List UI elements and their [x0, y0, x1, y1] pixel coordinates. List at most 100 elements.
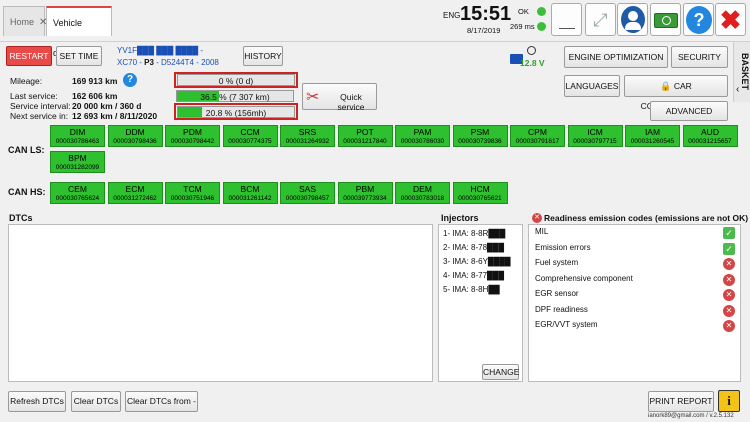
history-button[interactable]: HISTORY: [243, 46, 283, 66]
quick-service-button[interactable]: ✂ Quick service: [302, 83, 377, 112]
module-id: 000031217840: [343, 138, 387, 145]
module-iam[interactable]: IAM 000031260545: [625, 125, 680, 147]
user-icon: [621, 6, 645, 33]
module-dem[interactable]: DEM 000030783018: [395, 182, 450, 204]
module-name: CCM: [240, 127, 260, 137]
exit-button[interactable]: ✖: [715, 3, 746, 36]
module-icm[interactable]: ICM 000030797715: [567, 125, 623, 147]
platform: P3: [144, 58, 154, 67]
service-interval-value: 20 000 km / 360 d: [72, 101, 142, 111]
lock-icon: 🔒: [660, 81, 672, 91]
module-pam[interactable]: PAM 000030786030: [395, 125, 450, 147]
module-pdm[interactable]: PDM 000030798442: [165, 125, 220, 147]
help-button[interactable]: ?: [683, 3, 714, 36]
readiness-item: MIL: [535, 227, 549, 236]
help-icon: ?: [686, 6, 712, 34]
clock-date: 8/17/2019: [467, 26, 501, 35]
security-button[interactable]: SECURITY: [671, 46, 728, 68]
can-hs-label: CAN HS:: [8, 187, 46, 197]
module-aud[interactable]: AUD 000031215657: [682, 125, 738, 147]
chevron-left-icon[interactable]: ‹: [736, 84, 739, 95]
module-hcm[interactable]: HCM 000030765621: [452, 182, 508, 204]
help-icon[interactable]: ?: [123, 73, 137, 87]
module-name: DDM: [125, 127, 145, 137]
module-tcm[interactable]: TCM 000030751946: [165, 182, 220, 204]
last-service-value: 162 606 km: [72, 91, 118, 101]
module-id: 000030739836: [458, 138, 502, 145]
module-bcm[interactable]: BCM 000031261142: [222, 182, 278, 204]
module-dim[interactable]: DIM 000030786463: [50, 125, 105, 147]
module-id: 000030751946: [170, 195, 215, 202]
change-button[interactable]: CHANGE: [482, 364, 519, 380]
tools-icon: ✂: [306, 89, 320, 106]
blank-button[interactable]: [551, 3, 582, 36]
readiness-panel: MIL ✓ Emission errors ✓ Fuel system ✕ Comprehe…: [528, 224, 741, 382]
print-report-button[interactable]: PRINT REPORT: [648, 391, 714, 412]
module-id: 000031264932: [285, 138, 330, 145]
module-name: BCM: [240, 184, 260, 194]
module-id: 000031215657: [688, 138, 732, 145]
progress-text: 0 % (0 d): [218, 76, 254, 86]
check-icon: ✓: [723, 242, 735, 255]
expand-button[interactable]: ⤢: [585, 3, 616, 36]
module-id: 000030786463: [55, 138, 100, 145]
user-button[interactable]: [617, 3, 648, 36]
language-indicator: ENG: [443, 11, 461, 20]
module-cem[interactable]: CEM 000030765624: [50, 182, 105, 204]
module-name: SRS: [298, 127, 317, 137]
refresh-dtcs-button[interactable]: Refresh DTCs: [8, 391, 66, 412]
module-name: ICM: [587, 127, 603, 137]
module-id: 000030786030: [400, 138, 445, 145]
expand-icon: ⤢: [593, 10, 608, 30]
tab-vehicle-detect[interactable]: Vehicle detect✕: [46, 6, 112, 59]
license-button[interactable]: [650, 3, 681, 36]
module-id: 000030765621: [458, 195, 502, 202]
engine-optimization-button[interactable]: ENGINE OPTIMIZATION: [564, 46, 668, 68]
hours-progress-highlight: 20.8 % (156mh): [174, 103, 298, 120]
injector-item: 2- IMA: 8-78███: [443, 243, 505, 252]
minimize-icon: [559, 28, 575, 29]
tab-home[interactable]: Home ✕: [3, 6, 47, 36]
module-pot[interactable]: POT 000031217840: [337, 125, 393, 147]
module-name: HCM: [470, 184, 490, 194]
vin-text: YV1F███ ███ ████ -: [117, 46, 204, 55]
module-srs[interactable]: SRS 000031264932: [280, 125, 335, 147]
clear-dtcs-button[interactable]: Clear DTCs: [71, 391, 121, 412]
module-ecm[interactable]: ECM 000031272462: [107, 182, 163, 204]
set-time-button[interactable]: SET TIME: [56, 46, 102, 66]
module-sas[interactable]: SAS 000030798457: [280, 182, 335, 204]
clear-dtcs-from-button[interactable]: Clear DTCs from -: [125, 391, 198, 412]
module-name: DIM: [69, 127, 86, 137]
injectors-panel: 1- IMA: 8-8R███ 2- IMA: 8-78███ 3- IMA: 8-…: [438, 224, 523, 382]
module-psm[interactable]: PSM 000030739836: [452, 125, 508, 147]
progress-text: 20.8 % (156mh): [205, 108, 267, 118]
module-id: 000030774375: [228, 138, 272, 145]
module-ccm[interactable]: CCM 000030774375: [222, 125, 278, 147]
advanced-button[interactable]: ADVANCED: [650, 101, 728, 121]
module-name: PAM: [413, 127, 432, 137]
quick-service-label: Quick service: [337, 92, 365, 112]
module-id: 000030798442: [170, 138, 215, 145]
languages-button[interactable]: LANGUAGES: [564, 75, 620, 97]
module-cpm[interactable]: CPM 000030791617: [510, 125, 565, 147]
voltage-value: 12.8 V: [520, 58, 545, 68]
next-service-label: Next service in:: [10, 111, 69, 121]
injector-item: 5- IMA: 8-8H██: [443, 285, 500, 294]
module-id: 000030798436: [113, 138, 157, 145]
clock-time: 15:51: [460, 3, 512, 25]
error-icon: ✕: [532, 213, 542, 223]
progress-text: 36.5 % (7 307 km): [200, 92, 270, 102]
module-name: BPM: [68, 153, 87, 163]
module-bpm[interactable]: BPM 000031282099: [50, 151, 105, 173]
info-icon[interactable]: i: [718, 390, 740, 412]
module-id: 000030797715: [573, 138, 617, 145]
car-configuration-button[interactable]: 🔒 CAR CONFIGURATION: [624, 75, 728, 111]
close-icon: ✖: [719, 5, 742, 35]
module-pbm[interactable]: PBM 000039773934: [337, 182, 393, 204]
dtcs-list[interactable]: [8, 224, 433, 382]
restart-button[interactable]: RESTART: [6, 46, 52, 66]
error-icon: ✕: [723, 273, 735, 286]
module-name: PDM: [183, 127, 202, 137]
module-ddm[interactable]: DDM 000030798436: [107, 125, 163, 147]
can-ls-label: CAN LS:: [8, 145, 45, 155]
